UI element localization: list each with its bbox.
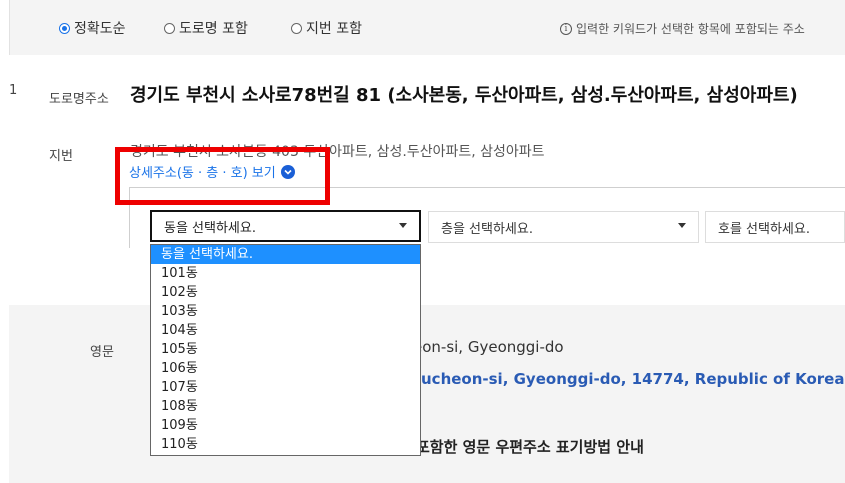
floor-select-value: 층을 선택하세요. [441,221,533,237]
dong-options-list[interactable]: 동을 선택하세요. 101동 102동 103동 104동 105동 106동 … [150,244,421,456]
dong-option[interactable]: 107동 [151,378,420,397]
floor-select[interactable]: 층을 선택하세요. [428,211,699,243]
road-address-label: 도로명주소 [49,92,109,107]
english-road-address: eon-si, Gyeonggi-do [413,338,564,356]
english-guide-link[interactable]: 포함한 영문 우편주소 표기방법 안내 [416,436,644,457]
radio-icon [291,22,302,34]
ho-select[interactable]: 호를 선택하세요. [705,211,845,243]
english-postal-address: ucheon-si, Gyeonggi-do, 14774, Republic … [421,370,845,388]
dong-option[interactable]: 104동 [151,321,420,340]
dong-option[interactable]: 110동 [151,435,420,454]
include-jibun-option[interactable]: 지번 포함 [291,18,362,38]
jibun-label: 지번 [49,149,73,164]
radio-icon [164,22,175,34]
dropdown-arrow-icon [399,223,407,228]
info-text: 입력한 키워드가 선택한 항목에 포함되는 주소 [576,22,805,36]
dong-option[interactable]: 103동 [151,302,420,321]
result-index: 1 [9,83,18,98]
dong-option[interactable]: 106동 [151,359,420,378]
road-address: 경기도 부천시 소사로78번길 81 (소사본동, 두산아파트, 삼성.두산아파… [130,85,798,106]
annotation-highlight-box [115,147,330,205]
english-label: 영문 [90,345,114,360]
include-road-label: 도로명 포함 [179,21,248,37]
dong-select-value: 동을 선택하세요. [164,220,256,236]
search-info-text: i 입력한 키워드가 선택한 항목에 포함되는 주소 [560,20,805,37]
dong-select[interactable]: 동을 선택하세요. [150,210,421,242]
include-road-option[interactable]: 도로명 포함 [164,18,248,38]
dong-option[interactable]: 109동 [151,416,420,435]
dong-option[interactable]: 108동 [151,397,420,416]
dong-option[interactable]: 101동 [151,264,420,283]
ho-select-value: 호를 선택하세요. [718,221,810,237]
dropdown-arrow-icon [678,223,686,228]
dong-option[interactable]: 105동 [151,340,420,359]
radio-selected-icon [59,22,70,34]
dong-option[interactable]: 102동 [151,283,420,302]
sort-accuracy-label: 정확도순 [74,21,126,37]
dong-option[interactable]: 동을 선택하세요. [151,245,420,264]
sort-accuracy-option[interactable]: 정확도순 [59,18,126,38]
info-icon: i [560,22,572,35]
include-jibun-label: 지번 포함 [306,21,362,37]
